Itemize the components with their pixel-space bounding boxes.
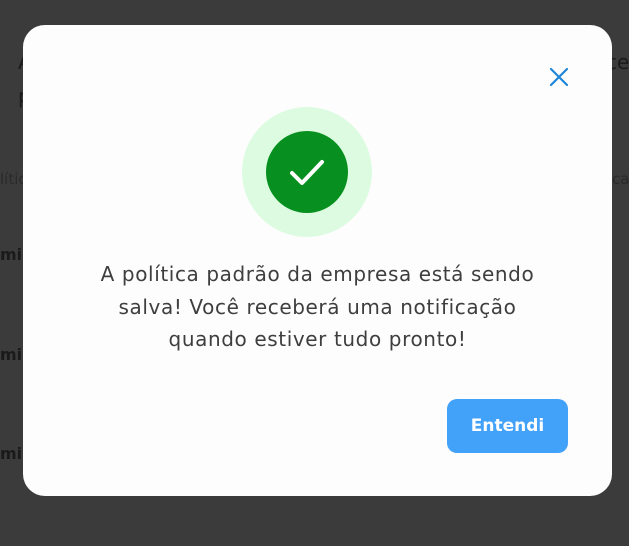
success-dialog: A política padrão da empresa está sendo … bbox=[23, 25, 612, 496]
close-button[interactable] bbox=[545, 63, 573, 91]
message-line: salva! Você receberá uma notificação bbox=[118, 294, 517, 319]
confirm-button[interactable]: Entendi bbox=[447, 399, 568, 453]
background-text: mi bbox=[0, 444, 23, 463]
background-text: mi bbox=[0, 245, 23, 264]
success-status-halo bbox=[242, 107, 372, 237]
background-text: mi bbox=[0, 345, 23, 364]
message-line: quando estiver tudo pronto! bbox=[168, 327, 467, 351]
close-icon bbox=[549, 67, 569, 87]
success-status-circle bbox=[266, 131, 348, 213]
background-text: ca bbox=[612, 170, 629, 188]
success-message: A política padrão da empresa está sendo … bbox=[53, 258, 582, 356]
message-line: A política padrão da empresa está sendo bbox=[100, 262, 535, 286]
check-icon bbox=[290, 160, 324, 185]
